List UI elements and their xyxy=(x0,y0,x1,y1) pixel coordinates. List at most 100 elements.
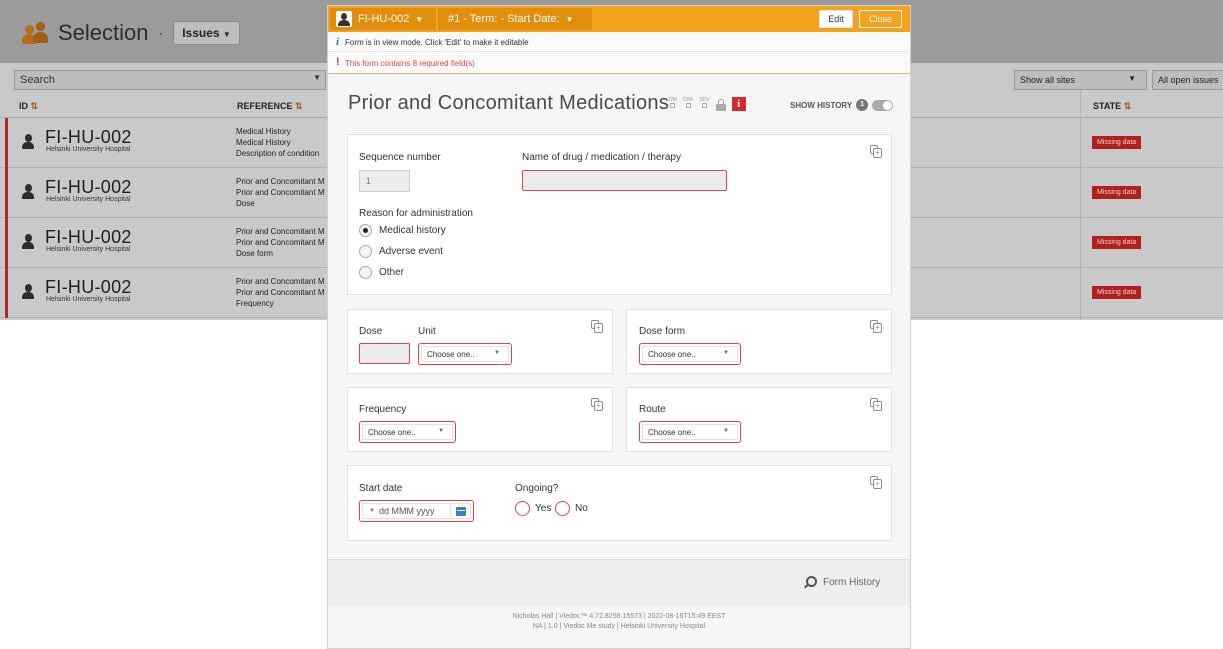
route-select-inner: Choose one.. ▼ xyxy=(642,424,738,440)
caret-down-icon: ▼ xyxy=(1128,74,1136,83)
copy-icon[interactable]: + xyxy=(591,320,603,333)
reason-option-other[interactable]: Other xyxy=(359,266,404,279)
frequency-select-value: Choose one.. xyxy=(368,428,416,437)
reason-option-adverse-event[interactable]: Adverse event xyxy=(359,245,443,258)
show-history: SHOW HISTORY 1 xyxy=(790,99,894,111)
frequency-select[interactable]: Choose one.. ▼ xyxy=(359,421,456,443)
row-site: Helsinki University Hospital xyxy=(46,296,131,303)
signature-checkbox xyxy=(670,103,676,108)
dose-field[interactable] xyxy=(359,343,410,364)
dose-form-label: Dose form xyxy=(639,326,686,337)
event-dropdown[interactable]: #1 - Term: - Start Date: ▼ xyxy=(438,8,592,30)
modal-footer-info: Nicholas Hall | Viedoc™ 4.72.8258.15573 … xyxy=(328,612,910,632)
signature-checkbox xyxy=(701,103,707,108)
copy-icon[interactable]: + xyxy=(870,476,882,489)
unit-select[interactable]: Choose one.. ▼ xyxy=(418,343,512,365)
drug-name-field[interactable] xyxy=(522,170,727,191)
sites-filter-label: Show all sites xyxy=(1020,75,1076,85)
signature-cra-label: CRA xyxy=(682,97,694,103)
copy-icon[interactable]: + xyxy=(870,398,882,411)
form-title: Prior and Concomitant Medications xyxy=(348,92,670,114)
row-reference: Prior and Concomitant M Prior and Concomi… xyxy=(236,176,328,209)
radio-button[interactable] xyxy=(359,266,372,279)
close-button[interactable]: Close xyxy=(859,10,902,28)
row-reference-line: Description of condition xyxy=(236,149,320,158)
subject-avatar-icon xyxy=(22,184,34,200)
caret-down-icon: ▼ xyxy=(222,30,231,39)
signature-sdv-label: SDV xyxy=(699,97,710,103)
search-input[interactable]: Search ▼ xyxy=(14,70,326,90)
ongoing-yes-label: Yes xyxy=(535,503,552,514)
frequency-select-inner: Choose one.. ▼ xyxy=(362,424,453,440)
required-fields-notice: ! This form contains 8 required field(s) xyxy=(328,52,910,74)
row-status-bar xyxy=(5,118,8,168)
row-reference-line: Medical History xyxy=(236,138,291,147)
unit-select-inner: Choose one.. ▼ xyxy=(421,346,509,362)
column-header-reference-label: REFERENCE xyxy=(237,101,293,111)
ongoing-no-label: No xyxy=(575,503,588,514)
column-header-state[interactable]: STATE ⇅ xyxy=(1093,95,1131,117)
signature-sdv: SDV xyxy=(699,97,710,108)
row-subject-id: FI-HU-002 xyxy=(45,177,132,197)
column-header-id[interactable]: ID ⇅ xyxy=(19,95,38,117)
dose-form-select-inner: Choose one.. ▼ xyxy=(642,346,738,362)
subject-dropdown[interactable]: FI-HU-002 ▼ xyxy=(330,8,436,30)
signature-checkbox xyxy=(685,103,691,108)
radio-button[interactable] xyxy=(515,501,530,516)
copy-icon[interactable]: + xyxy=(870,145,882,158)
start-date-inner: ▼ dd MMM yyyy xyxy=(362,503,471,519)
issues-filter-select[interactable]: All open issues xyxy=(1152,70,1223,90)
route-label: Route xyxy=(639,404,666,415)
reason-option-label: Other xyxy=(379,267,405,278)
column-header-state-label: STATE xyxy=(1093,101,1122,111)
reason-option-medical-history[interactable]: Medical history xyxy=(359,224,446,237)
subject-avatar-icon xyxy=(22,134,34,150)
copy-icon[interactable]: + xyxy=(591,398,603,411)
lock-icon xyxy=(715,99,726,111)
unit-select-value: Choose one.. xyxy=(427,350,475,359)
row-site: Helsinki University Hospital xyxy=(46,196,131,203)
subject-avatar-icon xyxy=(22,284,34,300)
status-badge: Missing data xyxy=(1092,136,1142,149)
issues-dropdown[interactable]: Issues ▼ xyxy=(173,21,240,45)
row-reference-line: Medical History xyxy=(236,127,291,136)
edit-button[interactable]: Edit xyxy=(819,10,853,28)
sort-icon: ⇅ xyxy=(30,101,39,111)
dose-form-select[interactable]: Choose one.. ▼ xyxy=(639,343,741,365)
column-header-reference[interactable]: REFERENCE ⇅ xyxy=(237,95,303,117)
event-label: #1 - Term: - Start Date: xyxy=(448,13,560,25)
sites-filter-select[interactable]: Show all sites ▼ xyxy=(1014,70,1147,90)
form-history-link[interactable]: Form History xyxy=(804,576,880,589)
calendar-button[interactable] xyxy=(450,504,470,518)
form-history-label: Form History xyxy=(823,577,881,588)
section-dates: + Start date ▼ dd MMM yyyy Ongoing? Yes … xyxy=(347,465,892,541)
row-reference-line: Prior and Concomitant M xyxy=(236,177,325,186)
signature-cra: CRA xyxy=(682,97,694,108)
history-count-badge: 1 xyxy=(856,99,869,111)
radio-button[interactable] xyxy=(359,245,372,258)
ongoing-yes[interactable]: Yes xyxy=(515,501,551,516)
issues-dropdown-label: Issues xyxy=(182,26,220,40)
search-icon xyxy=(804,576,817,589)
alert-icon[interactable]: i xyxy=(731,97,746,111)
frequency-label: Frequency xyxy=(359,404,407,415)
radio-button[interactable] xyxy=(359,224,372,237)
radio-button[interactable] xyxy=(555,501,570,516)
show-history-toggle[interactable] xyxy=(872,99,894,111)
section-dose-form: + Dose form Choose one.. ▼ xyxy=(626,309,892,374)
row-site: Helsinki University Hospital xyxy=(46,246,131,253)
ongoing-no[interactable]: No xyxy=(555,501,588,516)
caret-down-icon: ▼ xyxy=(723,428,729,434)
row-reference-line: Frequency xyxy=(236,299,274,308)
subject-avatar-icon xyxy=(22,234,34,250)
caret-down-icon: ▼ xyxy=(723,350,729,356)
people-icon xyxy=(22,22,50,44)
form-modal: FI-HU-002 ▼ #1 - Term: - Start Date: ▼ E… xyxy=(327,5,911,649)
row-reference-line: Dose xyxy=(236,199,255,208)
signature-dm: DM xyxy=(669,97,677,108)
start-date-field[interactable]: ▼ dd MMM yyyy xyxy=(359,500,474,522)
calendar-icon xyxy=(455,506,466,516)
route-select[interactable]: Choose one.. ▼ xyxy=(639,421,741,443)
caret-down-icon: ▼ xyxy=(494,350,500,356)
copy-icon[interactable]: + xyxy=(870,320,882,333)
